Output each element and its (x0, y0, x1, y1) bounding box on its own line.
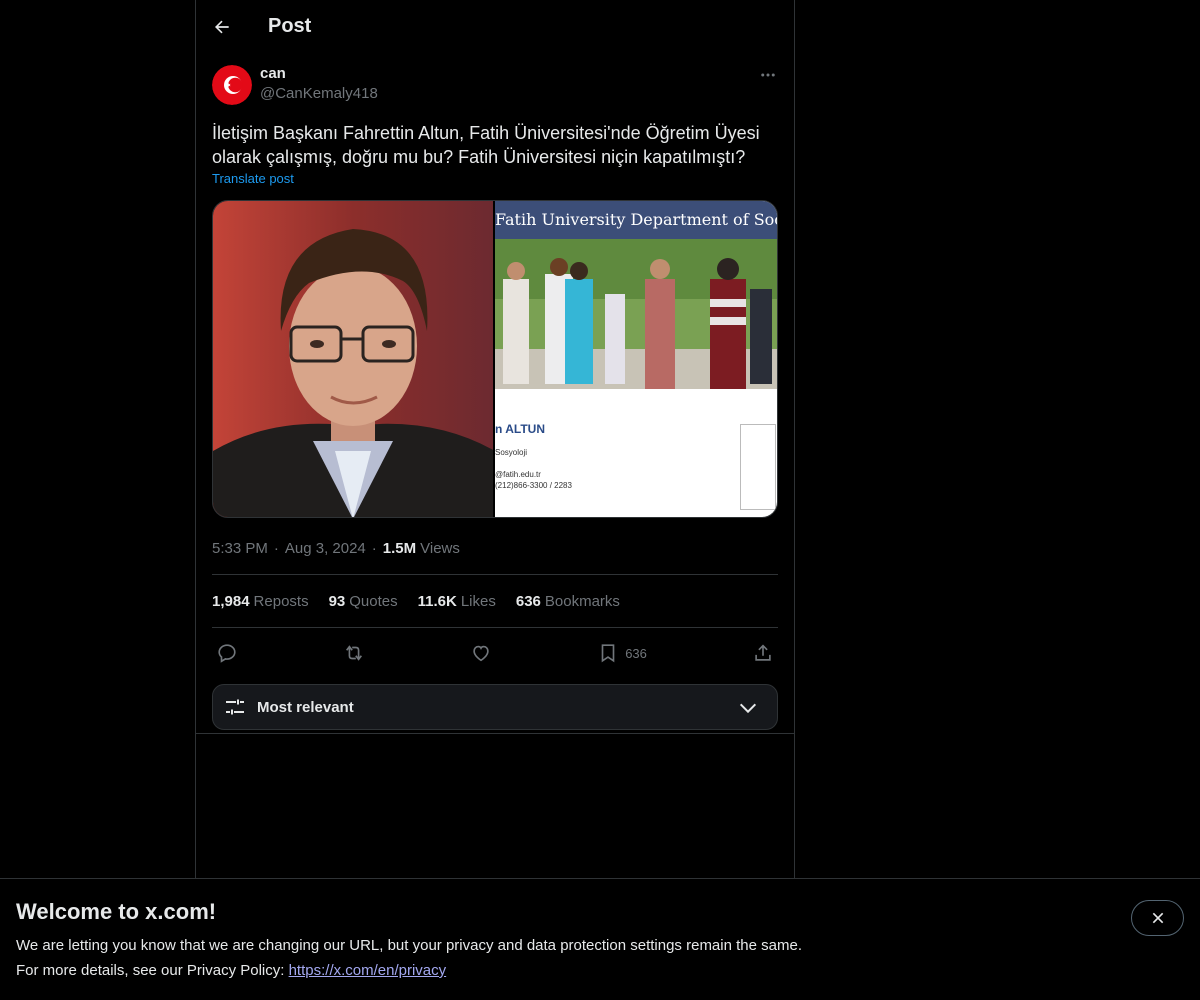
close-icon (1152, 912, 1163, 924)
quotes-stat[interactable]: 93 Quotes (329, 593, 398, 610)
media-photo-portrait[interactable] (213, 201, 495, 517)
divider (196, 733, 794, 734)
heart-icon (473, 645, 489, 662)
like-button[interactable] (470, 642, 492, 664)
banner-message: We are letting you know that we are chan… (16, 937, 802, 954)
translate-post-link[interactable]: Translate post (212, 171, 294, 186)
campus-students-photo (495, 239, 777, 389)
page-header: Post (196, 0, 794, 53)
share-icon (755, 644, 771, 661)
chevron-down-icon (739, 703, 757, 714)
close-banner-button[interactable] (1131, 900, 1184, 936)
banner-title: Welcome to x.com! (16, 899, 217, 924)
repost-button[interactable] (343, 642, 365, 664)
faculty-dept-text: Sosyoloji (495, 448, 528, 457)
main-column: Post can @CanKemaly418 İletişim Başkanı … (195, 0, 795, 880)
post-meta: 5:33 PM · Aug 3, 2024 · 1.5M Views (212, 538, 778, 558)
bookmarks-stat[interactable]: 636 Bookmarks (516, 593, 620, 610)
repost-icon (346, 645, 363, 661)
faculty-phone-text: (212)866-3300 / 2283 (495, 481, 572, 490)
views-label: Views (420, 539, 460, 557)
post-time[interactable]: 5:33 PM (212, 540, 268, 557)
user-handle[interactable]: @CanKemaly418 (260, 84, 378, 104)
post-author: can @CanKemaly418 (212, 65, 778, 109)
post-media: Fatih University Department of Socio n A… (212, 200, 778, 518)
privacy-policy-link[interactable]: https://x.com/en/privacy (289, 962, 447, 979)
banner-policy-prefix: For more details, see our Privacy Policy… (16, 962, 289, 979)
likes-stat[interactable]: 11.6K Likes (418, 593, 496, 610)
back-button[interactable] (212, 17, 232, 37)
faculty-email-text: @fatih.edu.tr (495, 470, 541, 479)
post-date[interactable]: Aug 3, 2024 (285, 540, 366, 557)
banner-policy-line: For more details, see our Privacy Policy… (16, 962, 446, 979)
bookmark-count: 636 (625, 645, 647, 661)
bookmark-button[interactable]: 636 (597, 642, 647, 664)
media-university-page[interactable]: Fatih University Department of Socio n A… (495, 201, 777, 517)
display-name[interactable]: can (260, 64, 378, 84)
page-title: Post (268, 15, 312, 37)
engagement-stats: 1,984 Reposts 93 Quotes 11.6K Likes 636 Book… (212, 575, 778, 627)
reposts-stat[interactable]: 1,984 Reposts (212, 593, 309, 610)
welcome-banner: Welcome to x.com! We are letting you kno… (0, 878, 1200, 1000)
arrow-left-icon (215, 20, 229, 33)
post-text: İletişim Başkanı Fahrettin Altun, Fatih … (212, 123, 760, 167)
broken-image-placeholder (740, 424, 776, 510)
avatar[interactable] (212, 65, 252, 105)
share-button[interactable] (752, 642, 774, 664)
author-names: can @CanKemaly418 (260, 64, 378, 104)
turkish-flag-avatar (212, 65, 252, 105)
separator-dot: · (273, 539, 279, 557)
reply-sort-dropdown[interactable]: Most relevant (212, 684, 778, 730)
university-banner-text: Fatih University Department of Socio (495, 201, 777, 239)
sliders-icon (226, 699, 244, 715)
views-count: 1.5M (382, 539, 417, 557)
separator-dot: · (371, 539, 377, 557)
faculty-name-text: n ALTUN (495, 422, 545, 436)
bookmark-icon (601, 644, 615, 663)
reply-button[interactable] (216, 642, 238, 664)
action-bar: 636 (212, 628, 778, 678)
post: can @CanKemaly418 İletişim Başkanı Fahre… (196, 53, 794, 730)
sort-label: Most relevant (257, 698, 354, 716)
portrait-photo (213, 201, 493, 517)
more-options-button[interactable] (758, 65, 778, 85)
more-horizontal-icon (761, 73, 775, 77)
reply-icon (218, 644, 236, 663)
